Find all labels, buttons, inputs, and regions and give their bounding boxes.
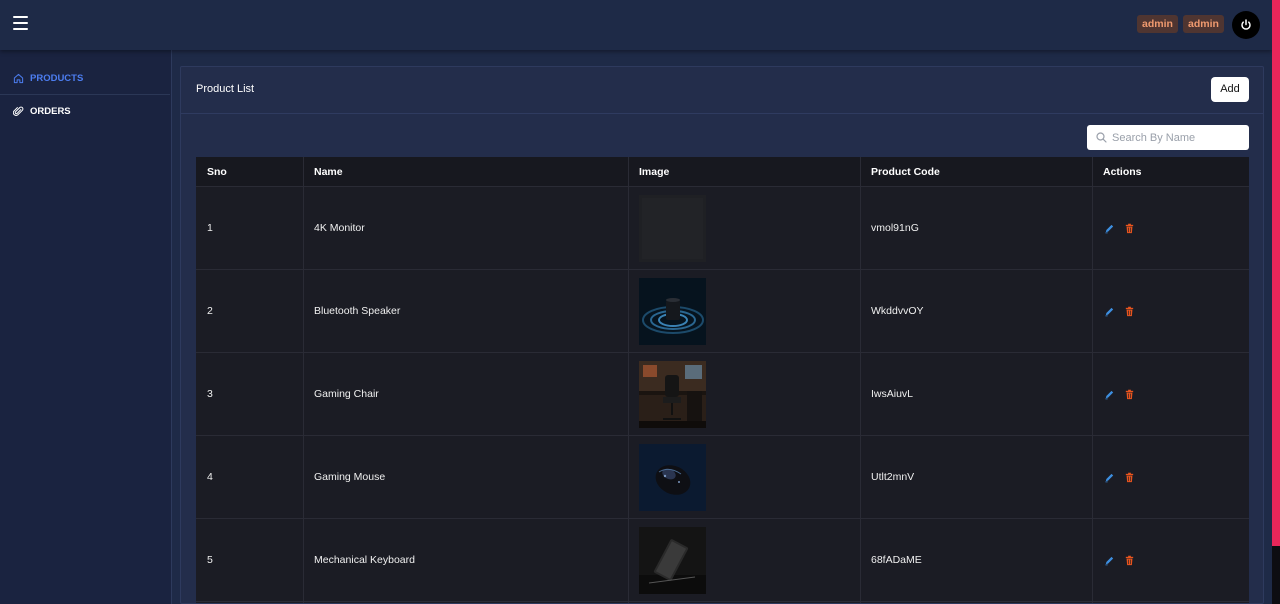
edit-icon[interactable] <box>1104 389 1115 400</box>
edit-icon[interactable] <box>1104 306 1115 317</box>
delete-icon[interactable] <box>1124 306 1135 317</box>
hamburger-menu-icon[interactable] <box>13 16 28 30</box>
right-accent-strip <box>1272 0 1280 604</box>
column-header-product-code: Product Code <box>871 166 940 178</box>
table-row: 5 Mechanical Keyboard 68fADaME <box>196 519 1249 602</box>
row-sno: 5 <box>207 554 213 566</box>
product-image <box>639 278 706 345</box>
sidebar-item-label: PRODUCTS <box>30 73 84 84</box>
table-row: 3 Gaming Chair IwsAiuvL <box>196 353 1249 436</box>
power-icon <box>1241 19 1251 30</box>
column-header-name: Name <box>314 166 343 178</box>
row-sno: 3 <box>207 388 213 400</box>
sidebar-item-products[interactable]: PRODUCTS <box>0 62 170 95</box>
row-sno: 1 <box>207 222 213 234</box>
user-role-badge: admin <box>1137 15 1178 33</box>
page-title: Product List <box>196 83 255 95</box>
products-table: Sno Name Image Product Code Actions 1 4K… <box>196 157 1249 603</box>
edit-icon[interactable] <box>1104 223 1115 234</box>
row-name: 4K Monitor <box>314 222 365 234</box>
search-icon <box>1096 132 1107 143</box>
top-header: admin admin <box>0 0 1272 50</box>
user-name-badge: admin <box>1183 15 1224 33</box>
paperclip-icon <box>13 106 24 116</box>
delete-icon[interactable] <box>1124 555 1135 566</box>
product-image <box>639 444 706 511</box>
sidebar-item-label: ORDERS <box>30 106 71 117</box>
row-product-code: 68fADaME <box>871 554 922 566</box>
card-header: Product List Add <box>181 67 1263 114</box>
row-name: Bluetooth Speaker <box>314 305 401 317</box>
table-row: 1 4K Monitor vmol91nG <box>196 187 1249 270</box>
column-header-sno: Sno <box>207 166 227 178</box>
row-name: Gaming Chair <box>314 388 379 400</box>
table-row: 4 Gaming Mouse Utlt2mnV <box>196 436 1249 519</box>
product-list-card: Product List Add Sno Name Image Product … <box>180 66 1264 604</box>
product-image <box>639 361 706 428</box>
column-header-image: Image <box>639 166 670 178</box>
row-product-code: vmol91nG <box>871 222 919 234</box>
row-product-code: Utlt2mnV <box>871 471 915 483</box>
logout-button[interactable] <box>1232 11 1260 39</box>
row-product-code: IwsAiuvL <box>871 388 914 400</box>
row-sno: 4 <box>207 471 213 483</box>
sidebar-item-orders[interactable]: ORDERS <box>0 95 170 128</box>
product-image <box>639 195 706 262</box>
row-name: Mechanical Keyboard <box>314 554 415 566</box>
search-input[interactable] <box>1112 125 1244 150</box>
row-name: Gaming Mouse <box>314 471 386 483</box>
search-box <box>1087 125 1249 150</box>
product-image <box>639 527 706 594</box>
add-product-button[interactable]: Add <box>1211 77 1249 102</box>
column-header-actions: Actions <box>1103 166 1142 178</box>
row-sno: 2 <box>207 305 213 317</box>
delete-icon[interactable] <box>1124 389 1135 400</box>
table-row: 2 Bluetooth Speaker WkddvvOY <box>196 270 1249 353</box>
delete-icon[interactable] <box>1124 223 1135 234</box>
home-icon <box>13 73 24 84</box>
edit-icon[interactable] <box>1104 472 1115 483</box>
edit-icon[interactable] <box>1104 555 1115 566</box>
delete-icon[interactable] <box>1124 472 1135 483</box>
row-product-code: WkddvvOY <box>871 305 924 317</box>
sidebar: PRODUCTS ORDERS <box>0 50 172 604</box>
